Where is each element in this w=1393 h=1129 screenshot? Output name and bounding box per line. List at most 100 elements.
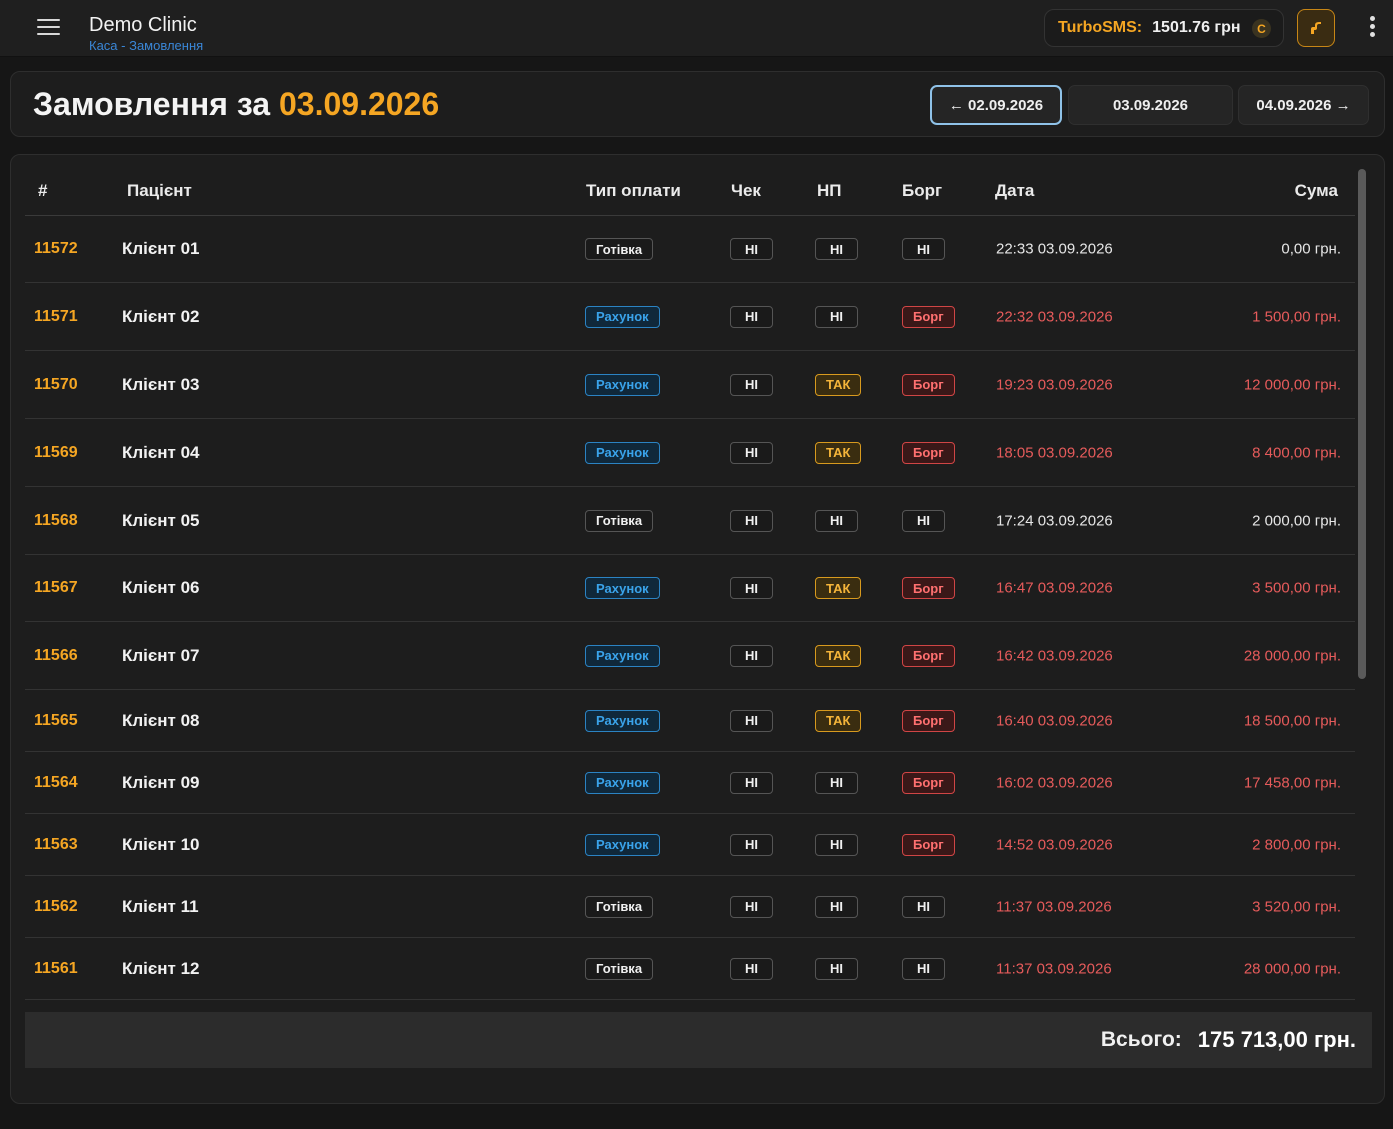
order-date: 19:23 03.09.2026 <box>996 376 1113 393</box>
order-date: 16:47 03.09.2026 <box>996 579 1113 597</box>
order-number-link[interactable]: 11564 <box>34 774 78 792</box>
table-row[interactable]: 11571 Клієнт 02 Рахунок НІ НІ Борг 22:32 03.09… <box>25 283 1355 351</box>
np-badge: НІ <box>815 833 858 856</box>
order-date: 16:42 03.09.2026 <box>996 647 1113 664</box>
patient-name: Клієнт 12 <box>122 958 200 978</box>
table-row[interactable]: 11563 Клієнт 10 Рахунок НІ НІ Борг 14:52 03.09… <box>25 814 1355 876</box>
tool-button[interactable] <box>1297 9 1335 47</box>
order-number-link[interactable]: 11566 <box>34 647 78 665</box>
next-date-button[interactable]: 04.09.2026 → <box>1238 85 1369 125</box>
np-badge: ТАК <box>815 577 862 599</box>
sms-balance: 1501.76 грн <box>1152 19 1241 36</box>
debt-badge: НІ <box>902 238 945 260</box>
payment-type-badge: Рахунок <box>585 441 660 464</box>
check-badge: НІ <box>730 509 773 532</box>
scrollbar-thumb[interactable] <box>1358 169 1366 679</box>
order-sum: 2 000,00 грн. <box>1252 512 1341 529</box>
np-badge: ТАК <box>815 644 862 667</box>
np-badge: НІ <box>815 895 858 918</box>
order-number-link[interactable]: 11570 <box>34 376 78 394</box>
order-sum: 28 000,00 грн. <box>1243 647 1341 664</box>
order-date: 16:40 03.09.2026 <box>996 712 1113 729</box>
refresh-icon[interactable]: C <box>1252 19 1271 38</box>
column-header-number[interactable]: # <box>38 181 47 201</box>
payment-type-badge: Рахунок <box>585 373 660 396</box>
payment-type-badge: Рахунок <box>585 833 660 856</box>
table-row[interactable]: 11568 Клієнт 05 Готівка НІ НІ НІ 17:24 03.09.2… <box>25 487 1355 555</box>
table-row[interactable]: 11562 Клієнт 11 Готівка НІ НІ НІ 11:37 03.09.2… <box>25 876 1355 938</box>
check-badge: НІ <box>730 709 773 732</box>
check-badge: НІ <box>730 305 773 328</box>
order-date: 11:37 03.09.2026 <box>996 960 1112 977</box>
kebab-icon[interactable] <box>1364 16 1380 42</box>
total-label: Всього: <box>1100 1028 1182 1051</box>
order-number-link[interactable]: 11572 <box>34 240 78 258</box>
check-badge: НІ <box>730 441 773 464</box>
hamburger-icon[interactable] <box>37 19 60 39</box>
np-badge: ТАК <box>815 373 862 396</box>
column-header-date[interactable]: Дата <box>995 181 1034 201</box>
table-row[interactable]: 11570 Клієнт 03 Рахунок НІ ТАК Борг 19:23 03.0… <box>25 351 1355 419</box>
column-header-check[interactable]: Чек <box>731 181 761 201</box>
payment-type-badge: Рахунок <box>585 577 660 599</box>
table-row[interactable]: 11567 Клієнт 06 Рахунок НІ ТАК Борг 16:47 03.0… <box>25 555 1355 622</box>
order-sum: 12 000,00 грн. <box>1243 376 1341 393</box>
patient-name: Клієнт 07 <box>122 645 200 665</box>
order-date: 14:52 03.09.2026 <box>996 836 1113 853</box>
order-sum: 17 458,00 грн. <box>1243 774 1341 791</box>
order-number-link[interactable]: 11565 <box>34 712 78 730</box>
debt-badge: Борг <box>902 771 955 794</box>
check-badge: НІ <box>730 957 773 980</box>
column-header-payment-type[interactable]: Тип оплати <box>586 181 681 201</box>
column-header-debt[interactable]: Борг <box>902 181 942 201</box>
table-row[interactable]: 11569 Клієнт 04 Рахунок НІ ТАК Борг 18:05 03.0… <box>25 419 1355 487</box>
column-header-sum[interactable]: Сума <box>1295 181 1338 201</box>
sms-label: TurboSMS: <box>1058 19 1143 36</box>
order-number-link[interactable]: 11571 <box>34 308 78 326</box>
order-date: 11:37 03.09.2026 <box>996 898 1112 915</box>
patient-name: Клієнт 11 <box>122 896 199 916</box>
debt-badge: НІ <box>902 895 945 918</box>
column-header-patient[interactable]: Пацієнт <box>127 181 192 201</box>
total-bar: Всього: 175 713,00 грн. <box>25 1012 1372 1068</box>
debt-badge: Борг <box>902 644 955 667</box>
table-row[interactable]: 11561 Клієнт 12 Готівка НІ НІ НІ 11:37 03.09.2… <box>25 938 1355 1000</box>
top-bar: Demo Clinic Каса - Замовлення TurboSMS: … <box>0 0 1393 57</box>
order-number-link[interactable]: 11568 <box>34 512 78 530</box>
order-number-link[interactable]: 11561 <box>34 960 78 978</box>
np-badge: НІ <box>815 238 858 260</box>
payment-type-badge: Рахунок <box>585 305 660 328</box>
debt-badge: Борг <box>902 577 955 599</box>
table-row[interactable]: 11566 Клієнт 07 Рахунок НІ ТАК Борг 16:42 03.0… <box>25 622 1355 690</box>
orders-table-card: # Пацієнт Тип оплати Чек НП Борг Дата Су… <box>10 154 1385 1104</box>
patient-name: Клієнт 03 <box>122 374 200 394</box>
order-number-link[interactable]: 11569 <box>34 444 78 462</box>
patient-name: Клієнт 02 <box>122 306 200 326</box>
debt-badge: Борг <box>902 709 955 732</box>
breadcrumb[interactable]: Каса - Замовлення <box>89 38 203 53</box>
prev-date-button[interactable]: ← 02.09.2026 <box>930 85 1062 125</box>
wrench-icon <box>1311 22 1321 34</box>
column-header-np[interactable]: НП <box>817 181 842 201</box>
patient-name: Клієнт 10 <box>122 834 200 854</box>
scrollbar[interactable] <box>1358 169 1366 1019</box>
order-number-link[interactable]: 11567 <box>34 579 78 597</box>
table-row[interactable]: 11565 Клієнт 08 Рахунок НІ ТАК Борг 16:40 03.0… <box>25 690 1355 752</box>
patient-name: Клієнт 04 <box>122 442 200 462</box>
order-number-link[interactable]: 11562 <box>34 898 78 916</box>
np-badge: НІ <box>815 771 858 794</box>
patient-name: Клієнт 05 <box>122 510 200 530</box>
np-badge: НІ <box>815 957 858 980</box>
patient-name: Клієнт 08 <box>122 710 200 730</box>
debt-badge: Борг <box>902 441 955 464</box>
page-title-date: 03.09.2026 <box>278 86 440 122</box>
current-date-button[interactable]: 03.09.2026 <box>1068 85 1233 125</box>
table-row[interactable]: 11572 Клієнт 01 Готівка НІ НІ НІ 22:33 03.09.2… <box>25 216 1355 283</box>
patient-name: Клієнт 06 <box>122 578 200 597</box>
order-number-link[interactable]: 11563 <box>34 836 78 854</box>
table-row[interactable]: 11564 Клієнт 09 Рахунок НІ НІ Борг 16:02 03.09… <box>25 752 1355 814</box>
order-date: 22:33 03.09.2026 <box>996 240 1113 258</box>
np-badge: НІ <box>815 509 858 532</box>
check-badge: НІ <box>730 238 773 260</box>
order-date: 16:02 03.09.2026 <box>996 774 1113 791</box>
